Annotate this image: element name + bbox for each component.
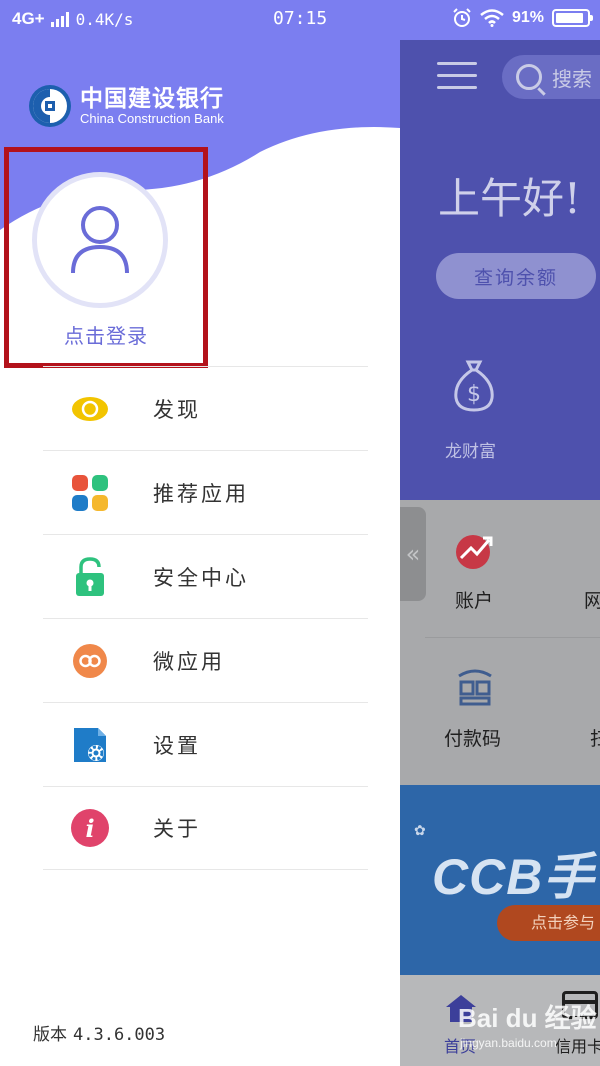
signal-icon	[50, 11, 69, 27]
search-placeholder: 搜索	[552, 66, 592, 91]
version-number: 4.3.6.003	[73, 1025, 166, 1045]
wifi-icon	[480, 9, 504, 27]
payment-code-label[interactable]: 付款码	[444, 724, 501, 751]
next-shortcut-label[interactable]: 扫	[590, 724, 600, 751]
status-right: 91%	[452, 8, 593, 28]
menu-item-recommended-apps[interactable]: 推荐应用	[43, 450, 368, 534]
user-avatar[interactable]	[32, 172, 168, 308]
apps-grid-icon	[71, 474, 109, 512]
menu-item-label: 推荐应用	[153, 481, 249, 506]
menu-item-about[interactable]: i 关于	[43, 786, 368, 870]
next-shortcut-label[interactable]: 网	[584, 586, 600, 613]
menu-item-settings[interactable]: 设置	[43, 702, 368, 786]
app-version: 版本 4.3.6.003	[33, 1020, 165, 1045]
status-left: 4G+ 0.4K/s	[12, 9, 133, 29]
drawer-menu: 发现 推荐应用 安全中心 微应用 设置 i 关于	[43, 366, 368, 870]
menu-item-micro-apps[interactable]: 微应用	[43, 618, 368, 702]
battery-icon	[552, 9, 593, 27]
wealth-label: 龙财富	[445, 442, 496, 462]
account-label[interactable]: 账户	[455, 586, 493, 613]
link-icon	[71, 642, 109, 680]
info-icon: i	[71, 809, 109, 847]
menu-item-label: 安全中心	[153, 565, 249, 590]
money-bag-icon[interactable]: $	[452, 358, 496, 412]
eye-icon	[71, 390, 109, 428]
alarm-icon	[453, 8, 471, 27]
hamburger-menu-icon[interactable]	[437, 62, 477, 90]
home-search-bar[interactable]: 搜索	[502, 55, 600, 99]
menu-item-label: 发现	[153, 397, 201, 422]
gear-icon	[71, 726, 109, 764]
divider	[425, 637, 600, 638]
account-icon[interactable]	[455, 530, 495, 570]
search-icon	[516, 64, 542, 90]
clock: 07:15	[273, 8, 328, 29]
menu-item-discover[interactable]: 发现	[43, 366, 368, 450]
home-header: 搜索 上午好! 查询余额 $ 龙财富	[400, 40, 600, 500]
banner-title: CCB手	[432, 849, 595, 905]
version-label: 版本	[33, 1025, 67, 1045]
check-balance-button[interactable]: 查询余额	[436, 253, 596, 299]
home-screen-background: 搜索 上午好! 查询余额 $ 龙财富 « 账户 网 付款码 扫 ✿ CCB手 点…	[400, 40, 600, 1066]
greeting-text: 上午好!	[438, 174, 581, 223]
battery-percent: 91%	[511, 9, 544, 26]
svg-text:$: $	[467, 382, 481, 407]
banner-join-button[interactable]: 点击参与	[497, 905, 600, 941]
side-drawer: 中国建设银行 China Construction Bank 点击登录 发现 推…	[0, 40, 400, 1066]
bank-logo: 中国建设银行 China Construction Bank	[28, 84, 224, 128]
menu-item-label: 设置	[153, 733, 201, 758]
watermark-url: jingyan.baidu.com	[460, 1036, 557, 1050]
sparkle-icon: ✿	[414, 823, 426, 839]
watermark-text: Bai du 经验	[458, 1003, 597, 1033]
status-bar: 4G+ 0.4K/s 07:15 91%	[0, 0, 600, 40]
bank-name-en: China Construction Bank	[80, 111, 224, 126]
user-icon	[71, 206, 129, 274]
collapse-drawer-tab[interactable]: «	[400, 507, 426, 601]
network-type: 4G+	[12, 9, 45, 28]
menu-item-label: 关于	[153, 817, 201, 841]
svg-text:i: i	[85, 814, 94, 843]
network-speed: 0.4K/s	[75, 9, 134, 29]
menu-item-security-center[interactable]: 安全中心	[43, 534, 368, 618]
menu-item-label: 微应用	[153, 649, 225, 674]
ccb-logo-icon	[29, 85, 71, 127]
login-link[interactable]: 点击登录	[0, 320, 212, 349]
bank-name-cn: 中国建设银行	[80, 85, 224, 112]
lock-icon	[71, 556, 109, 596]
promo-banner[interactable]: ✿ CCB手 点击参与	[400, 785, 600, 975]
battery-fill	[556, 13, 583, 23]
baidu-watermark: Bai du 经验 jingyan.baidu.com	[458, 998, 598, 1058]
payment-code-icon[interactable]	[455, 668, 495, 708]
